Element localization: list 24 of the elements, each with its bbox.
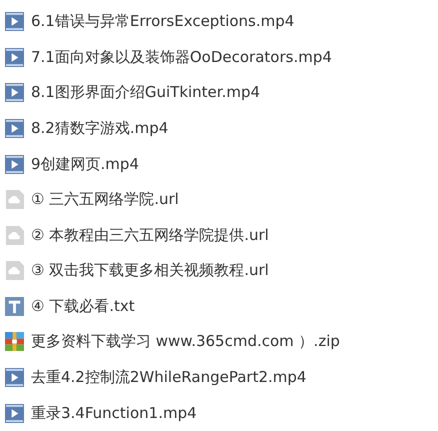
video-file-icon: [5, 154, 24, 174]
file-name[interactable]: 8.2猜数字游戏.mp4: [31, 119, 168, 138]
file-name[interactable]: 6.1错误与异常ErrorsExceptions.mp4: [31, 12, 294, 32]
video-file-icon: [5, 48, 24, 67]
file-name[interactable]: 9创建网页.mp4: [31, 154, 139, 174]
video-file-icon: [5, 368, 24, 388]
video-file-icon: [5, 12, 24, 32]
text-file-icon: [5, 296, 24, 316]
file-name[interactable]: 更多资料下载学习 www.365cmd.com ）.zip: [31, 332, 340, 352]
file-name[interactable]: ① 三六五网络学院.url: [31, 190, 179, 210]
file-name[interactable]: ③ 双击我下载更多相关视频教程.url: [31, 261, 269, 280]
cloud-file-icon: [5, 190, 24, 210]
video-file-icon: [5, 83, 24, 102]
file-name[interactable]: ④ 下载必看.txt: [31, 296, 135, 316]
file-name[interactable]: 重录3.4Function1.mp4: [31, 404, 197, 423]
archive-file-icon: [5, 332, 24, 352]
video-file-icon: [5, 404, 24, 423]
file-name[interactable]: 去重4.2控制流2WhileRangePart2.mp4: [31, 368, 306, 388]
file-name[interactable]: ② 本教程由三六五网络学院提供.url: [31, 226, 269, 245]
file-name[interactable]: 8.1图形界面介绍GuiTkinter.mp4: [31, 83, 260, 102]
file-name[interactable]: 7.1面向对象以及装饰器OoDecorators.mp4: [31, 48, 332, 67]
cloud-file-icon: [5, 261, 24, 280]
cloud-file-icon: [5, 226, 24, 245]
video-file-icon: [5, 119, 24, 138]
